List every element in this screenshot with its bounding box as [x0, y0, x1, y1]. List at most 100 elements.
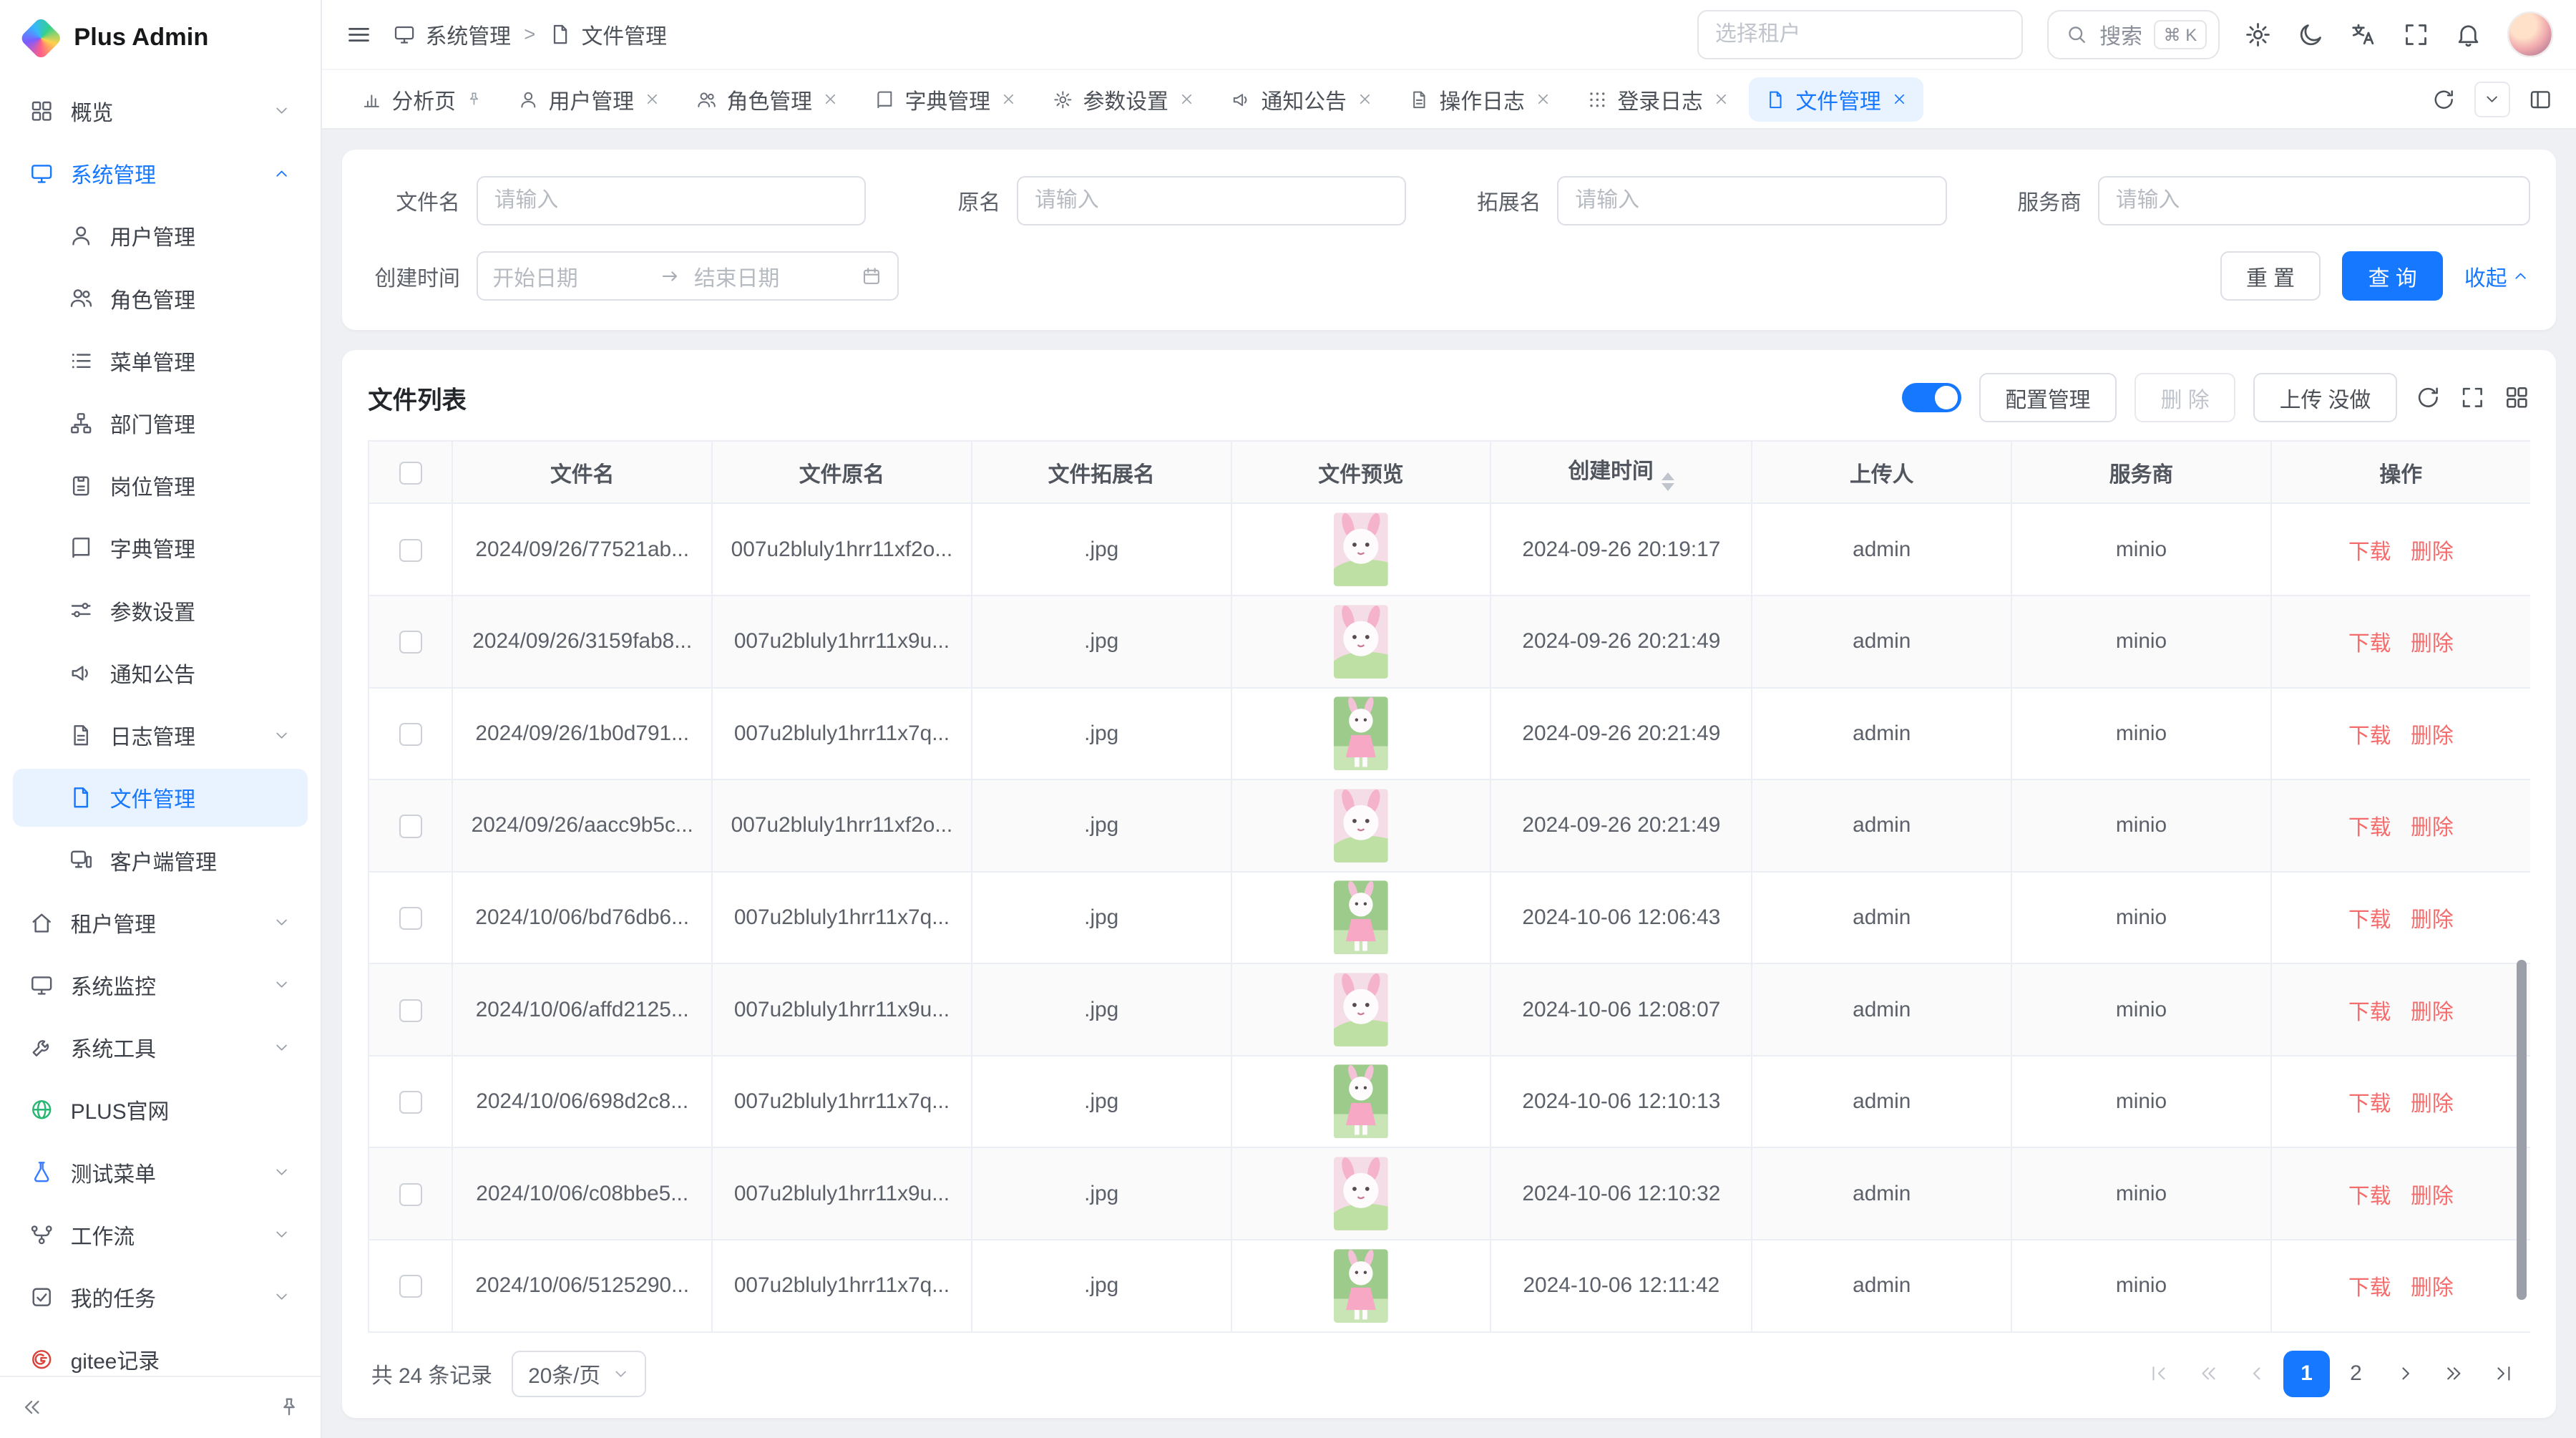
tab-user-management[interactable]: 用户管理 [502, 77, 676, 122]
row-checkbox[interactable] [399, 539, 422, 562]
user-avatar[interactable] [2507, 11, 2553, 57]
close-icon[interactable] [1357, 91, 1373, 107]
sidebar-item-overview[interactable]: 概览 [13, 82, 307, 140]
row-checkbox[interactable] [399, 723, 422, 746]
sidebar-item-user-management[interactable]: 用户管理 [13, 207, 307, 264]
sidebar-item-parameter-settings[interactable]: 参数设置 [13, 582, 307, 639]
download-link[interactable]: 下载 [2348, 632, 2391, 656]
sidebar-item-system-management[interactable]: 系统管理 [13, 145, 307, 202]
file-preview-image[interactable] [1334, 605, 1388, 679]
date-range-picker[interactable]: 开始日期 结束日期 [477, 251, 899, 301]
query-button[interactable]: 查 询 [2342, 251, 2443, 301]
row-checkbox[interactable] [399, 1091, 422, 1114]
app-logo[interactable]: Plus Admin [0, 0, 321, 76]
sidebar-item-plus-website[interactable]: PLUS官网 [13, 1081, 307, 1138]
prev-page-button[interactable] [2235, 1351, 2280, 1396]
download-link[interactable]: 下载 [2348, 1185, 2391, 1208]
file-preview-image[interactable] [1334, 1157, 1388, 1230]
sidebar-item-system-tools[interactable]: 系统工具 [13, 1019, 307, 1076]
sidebar-item-gitee-log[interactable]: gitee记录 [13, 1331, 307, 1376]
row-checkbox[interactable] [399, 907, 422, 930]
breadcrumb-item[interactable]: 文件管理 [582, 19, 667, 50]
toggle-sidebar-button[interactable] [345, 21, 373, 49]
row-checkbox[interactable] [399, 999, 422, 1022]
page-size-select[interactable]: 20条/页 [512, 1351, 646, 1396]
close-icon[interactable] [822, 91, 839, 107]
sidebar-item-role-management[interactable]: 角色管理 [13, 269, 307, 326]
reset-button[interactable]: 重 置 [2220, 251, 2321, 301]
sidebar-item-system-monitor[interactable]: 系统监控 [13, 956, 307, 1014]
jump-back-button[interactable] [2185, 1351, 2231, 1396]
extension-input[interactable] [1557, 176, 1946, 225]
file-preview-image[interactable] [1334, 696, 1388, 770]
collapse-filter-link[interactable]: 收起 [2464, 261, 2530, 292]
tab-operation-log[interactable]: 操作日志 [1392, 77, 1567, 122]
tenant-select-input[interactable] [1697, 10, 2023, 59]
row-checkbox[interactable] [399, 631, 422, 654]
provider-input[interactable] [2098, 176, 2530, 225]
column-header-created-time[interactable]: 创建时间 [1491, 441, 1752, 503]
refresh-list-button[interactable] [2415, 384, 2441, 411]
tab-login-log[interactable]: 登录日志 [1571, 77, 1745, 122]
tab-dictionary-management[interactable]: 字典管理 [858, 77, 1033, 122]
download-link[interactable]: 下载 [2348, 908, 2391, 932]
delete-link[interactable]: 删除 [2411, 816, 2454, 840]
file-preview-image[interactable] [1334, 789, 1388, 863]
tab-role-management[interactable]: 角色管理 [680, 77, 854, 122]
sidebar-item-post-management[interactable]: 岗位管理 [13, 457, 307, 514]
select-all-checkbox[interactable] [399, 462, 422, 485]
jump-forward-button[interactable] [2431, 1351, 2477, 1396]
tab-file-management[interactable]: 文件管理 [1749, 77, 1923, 122]
file-preview-image[interactable] [1334, 1249, 1388, 1323]
sidebar-item-my-tasks[interactable]: 我的任务 [13, 1268, 307, 1326]
refresh-tab-button[interactable] [2431, 87, 2456, 112]
dark-mode-button[interactable] [2297, 21, 2325, 49]
filename-input[interactable] [477, 176, 866, 225]
delete-selected-button[interactable]: 删 除 [2135, 373, 2235, 422]
delete-link[interactable]: 删除 [2411, 540, 2454, 564]
delete-link[interactable]: 删除 [2411, 1185, 2454, 1208]
row-checkbox[interactable] [399, 1275, 422, 1298]
original-name-input[interactable] [1017, 176, 1406, 225]
fullscreen-list-button[interactable] [2459, 384, 2486, 411]
notifications-button[interactable] [2454, 21, 2482, 49]
sidebar-item-test-menu[interactable]: 测试菜单 [13, 1144, 307, 1201]
fullscreen-button[interactable] [2402, 21, 2430, 49]
file-preview-image[interactable] [1334, 973, 1388, 1046]
tab-parameter-settings[interactable]: 参数设置 [1036, 77, 1211, 122]
close-icon[interactable] [644, 91, 660, 107]
config-management-button[interactable]: 配置管理 [1979, 373, 2117, 422]
row-checkbox[interactable] [399, 1183, 422, 1206]
pin-icon[interactable] [466, 91, 482, 107]
download-link[interactable]: 下载 [2348, 724, 2391, 748]
layout-panel-button[interactable] [2528, 87, 2552, 112]
last-page-button[interactable] [2481, 1351, 2527, 1396]
sidebar-item-notice[interactable]: 通知公告 [13, 644, 307, 701]
column-settings-button[interactable] [2504, 384, 2530, 411]
close-icon[interactable] [1000, 91, 1017, 107]
download-link[interactable]: 下载 [2348, 1276, 2391, 1300]
download-link[interactable]: 下载 [2348, 816, 2391, 840]
table-scrollbar-thumb[interactable] [2517, 960, 2527, 1300]
row-checkbox[interactable] [399, 815, 422, 837]
sidebar-item-tenant-management[interactable]: 租户管理 [13, 894, 307, 951]
sidebar-item-menu-management[interactable]: 菜单管理 [13, 332, 307, 389]
sidebar-item-department-management[interactable]: 部门管理 [13, 394, 307, 452]
sidebar-item-dictionary-management[interactable]: 字典管理 [13, 519, 307, 576]
delete-link[interactable]: 删除 [2411, 724, 2454, 748]
file-preview-image[interactable] [1334, 512, 1388, 586]
sidebar-item-client-management[interactable]: 客户端管理 [13, 831, 307, 888]
sidebar-item-log-management[interactable]: 日志管理 [13, 706, 307, 764]
search-panel-toggle[interactable] [1902, 383, 1961, 412]
tab-options-button[interactable] [2474, 82, 2511, 118]
collapse-sidebar-icon[interactable] [20, 1396, 43, 1419]
translate-button[interactable] [2349, 21, 2377, 49]
file-preview-image[interactable] [1334, 880, 1388, 954]
delete-link[interactable]: 删除 [2411, 908, 2454, 932]
global-search-button[interactable]: 搜索 ⌘ K [2047, 10, 2220, 59]
close-icon[interactable] [1891, 91, 1908, 107]
download-link[interactable]: 下载 [2348, 1001, 2391, 1024]
first-page-button[interactable] [2136, 1351, 2182, 1396]
delete-link[interactable]: 删除 [2411, 1276, 2454, 1300]
download-link[interactable]: 下载 [2348, 1092, 2391, 1116]
